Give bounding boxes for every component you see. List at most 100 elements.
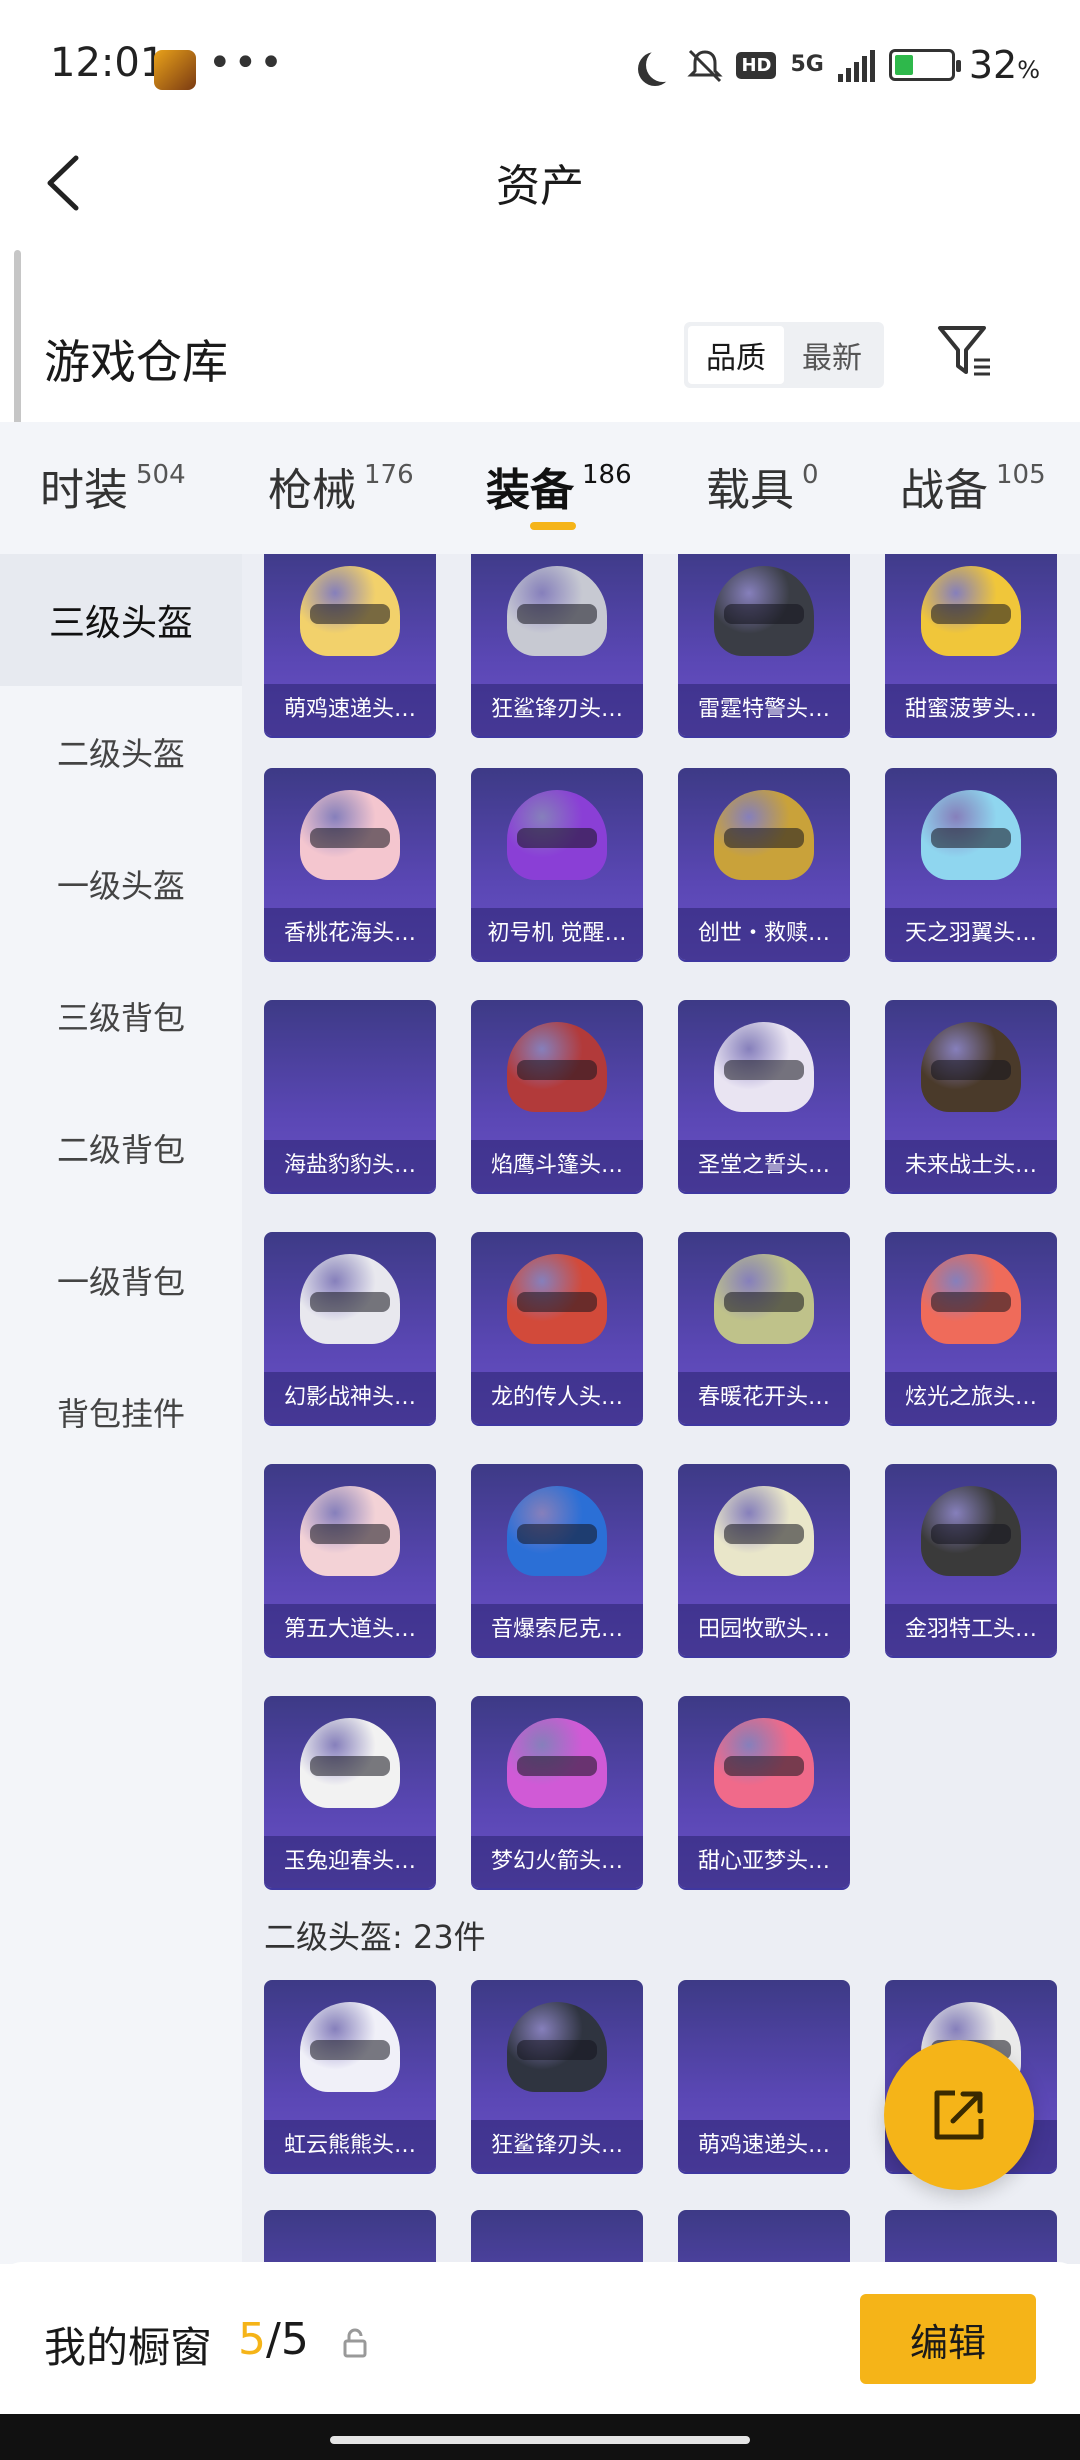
showcase-label: 我的橱窗 xyxy=(44,2323,213,2372)
level3_items-card[interactable]: 梦幻火箭头… xyxy=(471,1696,643,1888)
more-notifications-icon: ••• xyxy=(208,40,285,86)
item-name: 第五大道头… xyxy=(264,1604,436,1656)
showcase-count: 5/5 xyxy=(238,2314,309,2365)
side-item-level1-helmet[interactable]: 一级头盔 xyxy=(0,818,242,950)
helmet-icon xyxy=(714,1486,814,1576)
helmet-icon xyxy=(714,1022,814,1112)
side-item-level1-backpack[interactable]: 一级背包 xyxy=(0,1214,242,1346)
hd-badge: HD xyxy=(736,51,777,79)
level3_items-card[interactable]: 金羽特工头… xyxy=(885,1464,1057,1656)
sort-quality-button[interactable]: 品质 xyxy=(688,326,784,384)
level3_items-card[interactable]: 田园牧歌头… xyxy=(678,1464,850,1656)
helmet-icon xyxy=(300,2002,400,2092)
level3_items-card[interactable]: 海盐豹豹头… xyxy=(264,1000,436,1192)
side-item-backpack-charm[interactable]: 背包挂件 xyxy=(0,1346,242,1478)
item-name: 龙的传人头… xyxy=(471,1372,643,1424)
network-type: 5G xyxy=(790,52,824,77)
level2_items-card[interactable] xyxy=(264,2210,436,2264)
home-indicator[interactable] xyxy=(330,2436,750,2444)
side-item-level2-backpack[interactable]: 二级背包 xyxy=(0,1082,242,1214)
level2_items-card[interactable]: 萌鸡速递头… xyxy=(678,1980,850,2172)
status-bar: 12:01 ••• HD 5G 32% xyxy=(0,0,1080,130)
item-name: 虹云熊熊头… xyxy=(264,2120,436,2172)
edit-button[interactable]: 编辑 xyxy=(860,2294,1036,2384)
moon-icon xyxy=(646,48,680,82)
app-notification-icon xyxy=(154,50,196,90)
item-name: 狂鲨锋刃头… xyxy=(471,2120,643,2172)
level3_items-card[interactable]: 幻影战神头… xyxy=(264,1232,436,1424)
status-indicators: HD 5G 32% xyxy=(638,40,1040,90)
battery-icon xyxy=(888,49,961,81)
level2_items-card[interactable] xyxy=(678,2210,850,2264)
level3_items-card[interactable]: 春暖花开头… xyxy=(678,1232,850,1424)
share-button[interactable] xyxy=(884,2040,1034,2190)
share-icon xyxy=(934,2090,984,2140)
helmet-icon xyxy=(300,1254,400,1344)
helmet-icon xyxy=(507,1718,607,1808)
helmet-icon xyxy=(507,1022,607,1112)
scroll-indicator xyxy=(14,250,21,430)
item-name: 萌鸡速递头… xyxy=(264,684,436,736)
level3_items-card[interactable]: 音爆索尼克… xyxy=(471,1464,643,1656)
page-title: 资产 xyxy=(496,161,584,212)
bottom-bar: 我的橱窗 5/5 编辑 xyxy=(0,2262,1080,2414)
tab-vehicles[interactable]: 载具 0 xyxy=(706,454,819,518)
level3_items-card[interactable]: 萌鸡速递头… xyxy=(264,554,436,736)
item-name: 甜心亚梦头… xyxy=(678,1836,850,1888)
side-item-level3-helmet[interactable]: 三级头盔 xyxy=(0,554,242,686)
item-name: 甜蜜菠萝头… xyxy=(885,684,1057,736)
level3_items-card[interactable]: 未来战士头… xyxy=(885,1000,1057,1192)
helmet-icon xyxy=(921,566,1021,656)
filter-icon[interactable] xyxy=(934,320,996,382)
item-name: 玉兔迎春头… xyxy=(264,1836,436,1888)
helmet-icon xyxy=(507,790,607,880)
level3_items-card[interactable]: 甜心亚梦头… xyxy=(678,1696,850,1888)
level3_items-card[interactable]: 炫光之旅头… xyxy=(885,1232,1057,1424)
helmet-icon xyxy=(300,1718,400,1808)
sort-newest-button[interactable]: 最新 xyxy=(784,326,880,384)
item-name: 春暖花开头… xyxy=(678,1372,850,1424)
tab-guns[interactable]: 枪械 176 xyxy=(268,454,414,518)
item-name: 雷霆特警头… xyxy=(678,684,850,736)
helmet-icon xyxy=(507,1254,607,1344)
category-tabs: 时装 504 枪械 176 装备 186 载具 0 战备 105 xyxy=(0,422,1080,554)
battery-fill xyxy=(894,55,913,75)
level3_items-card[interactable]: 玉兔迎春头… xyxy=(264,1696,436,1888)
status-time: 12:01 xyxy=(50,40,166,86)
item-name: 幻影战神头… xyxy=(264,1372,436,1424)
level3_items-card[interactable]: 天之羽翼头… xyxy=(885,768,1057,960)
signal-icon xyxy=(837,48,875,82)
level3_items-card[interactable]: 雷霆特警头… xyxy=(678,554,850,736)
level3_items-card[interactable]: 焰鹰斗篷头… xyxy=(471,1000,643,1192)
helmet-icon xyxy=(921,1486,1021,1576)
item-grid: 萌鸡速递头… 狂鲨锋刃头… 雷霆特警头… 甜蜜菠萝头… 香桃花海头… 初号机 觉醒… 创世・… xyxy=(242,554,1080,2264)
level2_items-card[interactable]: 狂鲨锋刃头… xyxy=(471,1980,643,2172)
tab-fashion[interactable]: 时装 504 xyxy=(40,454,186,518)
item-name: 圣堂之誓头… xyxy=(678,1140,850,1192)
tab-supplies[interactable]: 战备 105 xyxy=(900,454,1046,518)
helmet-icon xyxy=(714,1254,814,1344)
level2_items-card[interactable]: 虹云熊熊头… xyxy=(264,1980,436,2172)
level3_items-card[interactable]: 香桃花海头… xyxy=(264,768,436,960)
helmet-icon xyxy=(300,1486,400,1576)
level3_items-card[interactable]: 创世・救赎… xyxy=(678,768,850,960)
level2_items-card[interactable] xyxy=(885,2210,1057,2264)
level3_items-card[interactable]: 龙的传人头… xyxy=(471,1232,643,1424)
item-name: 天之羽翼头… xyxy=(885,908,1057,960)
level3_items-card[interactable]: 狂鲨锋刃头… xyxy=(471,554,643,736)
helmet-icon xyxy=(921,1022,1021,1112)
sort-toggle: 品质 最新 xyxy=(684,322,884,388)
level3_items-card[interactable]: 初号机 觉醒… xyxy=(471,768,643,960)
level3_items-card[interactable]: 圣堂之誓头… xyxy=(678,1000,850,1192)
side-item-level3-backpack[interactable]: 三级背包 xyxy=(0,950,242,1082)
level2_items-card[interactable] xyxy=(471,2210,643,2264)
item-name: 炫光之旅头… xyxy=(885,1372,1057,1424)
section-label-level2-helmet: 二级头盔: 23件 xyxy=(264,1918,486,1956)
warehouse-header: 游戏仓库 品质 最新 xyxy=(0,250,1080,430)
level3_items-card[interactable]: 甜蜜菠萝头… xyxy=(885,554,1057,736)
tab-equipment[interactable]: 装备 186 xyxy=(486,454,632,518)
item-name: 创世・救赎… xyxy=(678,908,850,960)
side-item-level2-helmet[interactable]: 二级头盔 xyxy=(0,686,242,818)
bell-off-icon xyxy=(686,47,724,83)
level3_items-card[interactable]: 第五大道头… xyxy=(264,1464,436,1656)
